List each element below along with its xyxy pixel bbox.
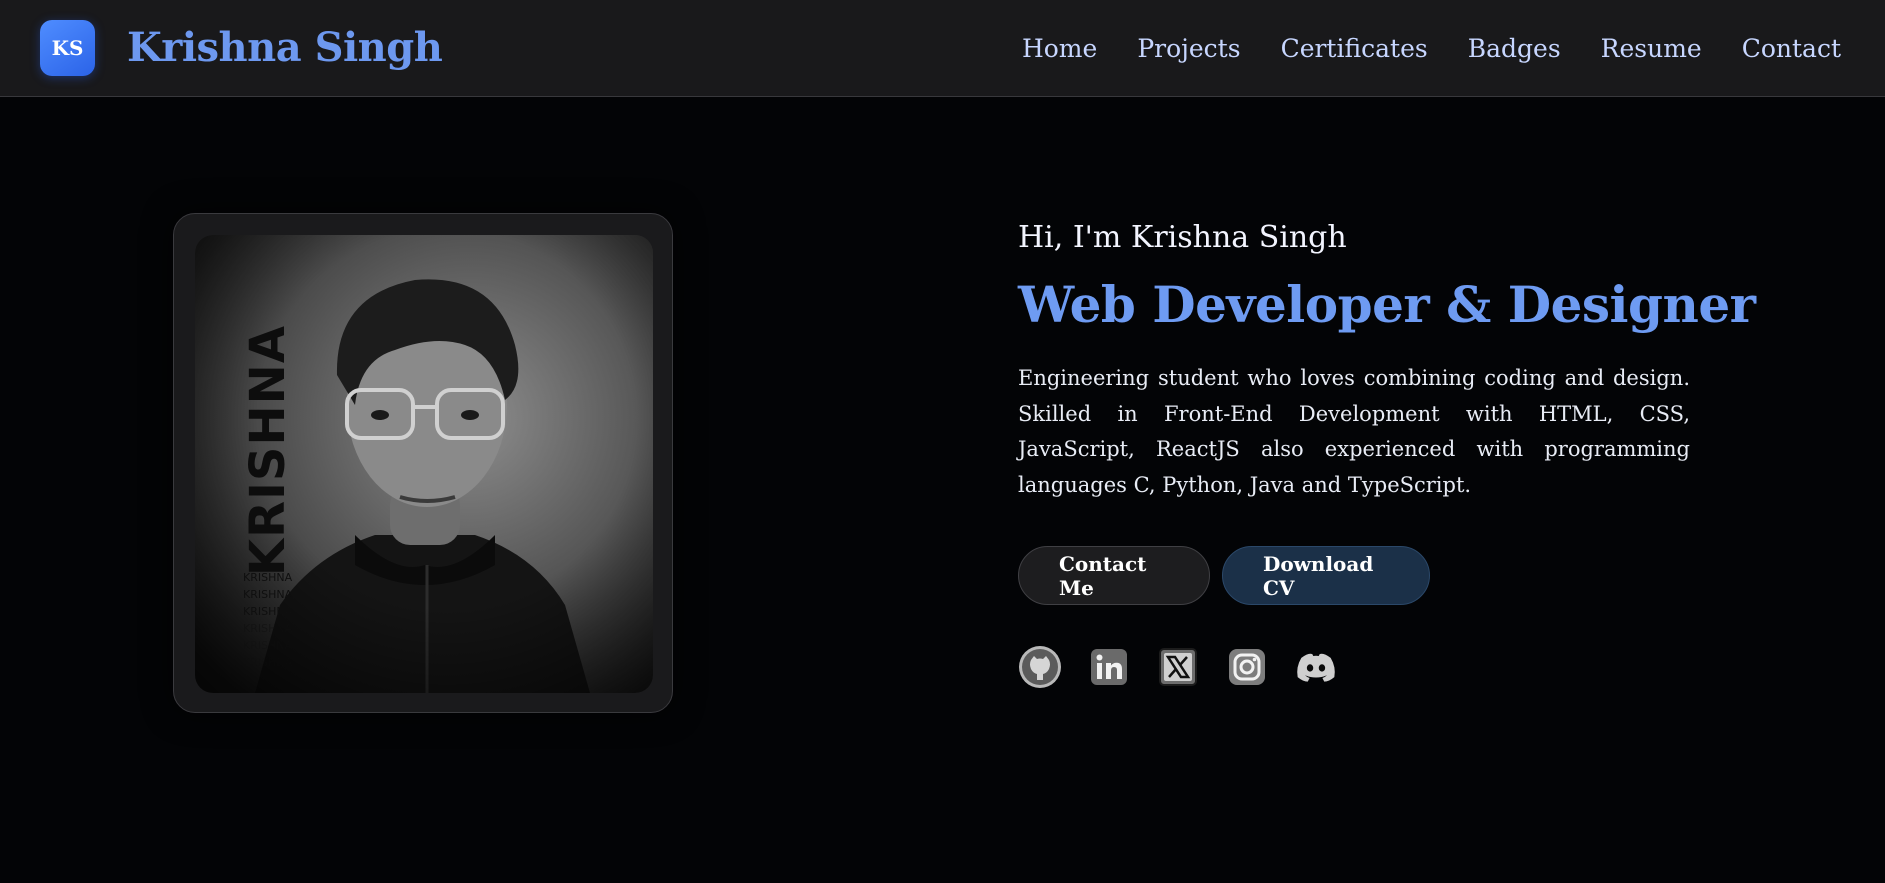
photo-small-names: KRISHNA KRISHNA KRISHNA KRISHNA KRISHNA … [243, 569, 292, 671]
photo-small-name: KRISHNA [243, 605, 293, 618]
main-nav: Home Projects Certificates Badges Resume… [982, 0, 1841, 97]
nav-contact[interactable]: Contact [1742, 34, 1841, 63]
nav-certificates[interactable]: Certificates [1281, 34, 1428, 63]
hero-bio: Engineering student who loves combining … [1018, 366, 1690, 497]
profile-photo: KRISHNA KRISHNA KRISHNA KRISHNA KRISHNA … [195, 235, 653, 693]
x-twitter-icon[interactable] [1156, 645, 1200, 689]
discord-icon[interactable] [1294, 645, 1338, 689]
photo-vertical-text: KRISHNA [240, 325, 296, 577]
site-header: KS Krishna Singh Home Projects Certifica… [0, 0, 1885, 97]
hero-buttons: Contact Me Download CV [1018, 546, 1690, 605]
hero-headline: Web Developer & Designer [1018, 275, 1756, 334]
brand-name[interactable]: Krishna Singh [127, 18, 443, 78]
linkedin-icon[interactable] [1087, 645, 1131, 689]
hero-section: Hi, I'm Krishna Singh Web Developer & De… [1018, 213, 1756, 689]
photo-small-name: KRISHNA [243, 639, 293, 652]
nav-projects[interactable]: Projects [1137, 34, 1240, 63]
photo-small-name: KRISHNA [243, 656, 293, 669]
photo-small-name: KRISHNA [243, 622, 293, 635]
photo-small-name: KRISHNA [243, 571, 293, 584]
download-cv-button[interactable]: Download CV [1222, 546, 1430, 605]
photo-small-name: KRISHNA [243, 588, 293, 601]
profile-photo-frame: KRISHNA KRISHNA KRISHNA KRISHNA KRISHNA … [173, 213, 673, 713]
social-links [1018, 645, 1690, 689]
github-icon[interactable] [1018, 645, 1062, 689]
logo-badge[interactable]: KS [40, 20, 95, 76]
contact-me-button[interactable]: Contact Me [1018, 546, 1210, 605]
nav-resume[interactable]: Resume [1601, 34, 1702, 63]
nav-home[interactable]: Home [1022, 34, 1097, 63]
nav-badges[interactable]: Badges [1468, 34, 1561, 63]
hero-greeting: Hi, I'm Krishna Singh [1018, 220, 1347, 255]
instagram-icon[interactable] [1225, 645, 1269, 689]
